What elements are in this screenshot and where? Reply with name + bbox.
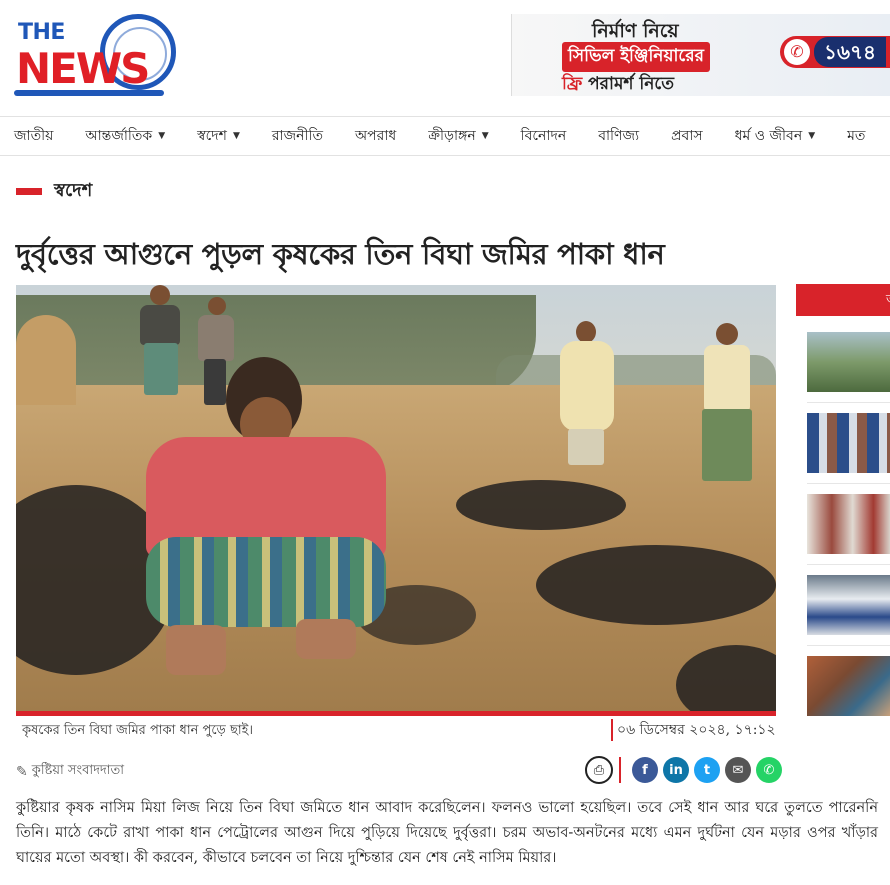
linkedin-share-button[interactable]: in	[663, 757, 689, 783]
burn-patch	[456, 480, 626, 530]
hay-pile	[16, 315, 76, 405]
nav-item-label: অপরাধ	[355, 128, 397, 144]
site-logo[interactable]: THE NEWS	[14, 14, 176, 102]
nav-item-label: স্বদেশ	[197, 128, 227, 144]
nav-item-label: ধর্ম ও জীবন	[734, 128, 803, 144]
article-body: কুষ্টিয়ার কৃষক নাসিম মিয়া লিজ নিয়ে তি…	[16, 800, 878, 866]
nav-item[interactable]: প্রবাস	[655, 117, 719, 155]
sidebar-divider	[807, 483, 890, 484]
section-accent-bar	[16, 188, 42, 195]
nav-item-label: বিনোদন	[520, 128, 567, 144]
nav-item[interactable]: মত	[831, 117, 881, 155]
nav-item[interactable]: রাজনীতি	[256, 117, 339, 155]
byline-text: কুষ্টিয়া সংবাদদাতা	[31, 763, 125, 778]
sidebar-header-text: অ	[886, 292, 890, 308]
nav-item[interactable]: অপরাধ	[339, 117, 412, 155]
twitter-share-button[interactable]: t	[694, 757, 720, 783]
ad-line3: ফ্রি পরামর্শ নিতে	[562, 71, 674, 96]
nav-item-label: ক্রীড়াঙ্গন	[428, 128, 476, 144]
print-button[interactable]: ⎙	[585, 756, 613, 784]
nav-item[interactable]: আন্তর্জাতিক ▼	[69, 117, 181, 155]
sidebar-thumbnail[interactable]	[807, 656, 890, 716]
nav-item-label: প্রবাস	[671, 128, 703, 144]
facebook-icon: f	[642, 762, 648, 778]
caret-down-icon: ▼	[158, 131, 166, 141]
pencil-icon: ✎	[16, 763, 28, 780]
section-label[interactable]: স্বদেশ	[16, 176, 92, 207]
facebook-share-button[interactable]: f	[632, 757, 658, 783]
phone-icon: ✆	[784, 39, 810, 65]
photo-accent-bar	[16, 711, 776, 716]
ad-phone-pill: ✆ ১৬৭৪	[780, 36, 890, 68]
publish-date: ০৬ ডিসেম্বর ২০২৪, ১৭:১২	[611, 719, 776, 741]
caret-down-icon: ▼	[481, 131, 489, 141]
ad-line2: সিভিল ইঞ্জিনিয়ারের	[562, 42, 710, 72]
burn-patch	[536, 545, 776, 625]
sidebar-thumbnail[interactable]	[807, 575, 890, 635]
article-headline: দুর্বৃত্তের আগুনে পুড়ল কৃষকের তিন বিঘা …	[16, 237, 665, 271]
nav-item-label: রাজনীতি	[271, 128, 324, 144]
print-icon: ⎙	[593, 762, 605, 778]
whatsapp-share-button[interactable]: ✆	[756, 757, 782, 783]
site-header: THE NEWS নির্মাণ নিয়ে সিভিল ইঞ্জিনিয়ার…	[0, 0, 890, 116]
nav-item[interactable]: ক্রীড়াঙ্গন ▼	[412, 117, 504, 155]
nav-item[interactable]: বিনোদন	[505, 117, 583, 155]
nav-item[interactable]: বাণিজ্য	[582, 117, 655, 155]
header-ad-banner[interactable]: নির্মাণ নিয়ে সিভিল ইঞ্জিনিয়ারের ফ্রি প…	[511, 14, 890, 96]
sidebar-divider	[807, 402, 890, 403]
nav-item-label: আন্তর্জাতিক	[85, 128, 153, 144]
ad-phone-number: ১৬৭৪	[814, 37, 886, 67]
whatsapp-icon: ✆	[763, 762, 775, 778]
main-nav: জাতীয় আন্তর্জাতিক ▼ স্বদেশ ▼ রাজনীতি অপরাধ ক্র…	[0, 116, 890, 156]
caret-down-icon: ▼	[808, 131, 816, 141]
sidebar-thumbnail[interactable]	[807, 332, 890, 392]
photo-caption: কৃষকের তিন বিঘা জমির পাকা ধান পুড়ে ছাই।	[22, 723, 254, 738]
share-bar: ⎙ f in t ✉ ✆	[585, 756, 782, 784]
ad-free-label: ফ্রি	[562, 74, 583, 94]
twitter-icon: t	[703, 762, 711, 778]
nav-item-label: জাতীয়	[14, 128, 54, 144]
nav-item[interactable]: স্বদেশ ▼	[181, 117, 256, 155]
logo-the-text: THE	[18, 20, 65, 45]
ad-line3-rest: পরামর্শ নিতে	[582, 74, 674, 94]
caret-down-icon: ▼	[232, 131, 240, 141]
email-icon: ✉	[732, 762, 744, 778]
linkedin-icon: in	[669, 762, 683, 778]
nav-item-label: মত	[847, 128, 866, 144]
nav-item[interactable]: ধর্ম ও জীবন ▼	[719, 117, 831, 155]
section-label-text: স্বদেশ	[54, 180, 93, 201]
sidebar-divider	[807, 564, 890, 565]
sidebar-divider	[807, 645, 890, 646]
email-share-button[interactable]: ✉	[725, 757, 751, 783]
sidebar-thumbnail[interactable]	[807, 413, 890, 473]
nav-item[interactable]: জাতীয়	[0, 117, 69, 155]
article-photo	[16, 285, 776, 713]
logo-swoosh	[14, 90, 164, 96]
byline: ✎ কুষ্টিয়া সংবাদদাতা	[16, 761, 124, 782]
sidebar-thumbnail[interactable]	[807, 494, 890, 554]
share-divider	[619, 757, 621, 783]
logo-news-text: NEWS	[16, 44, 150, 93]
sidebar-header: অ	[796, 284, 890, 316]
nav-item-label: বাণিজ্য	[598, 128, 640, 144]
